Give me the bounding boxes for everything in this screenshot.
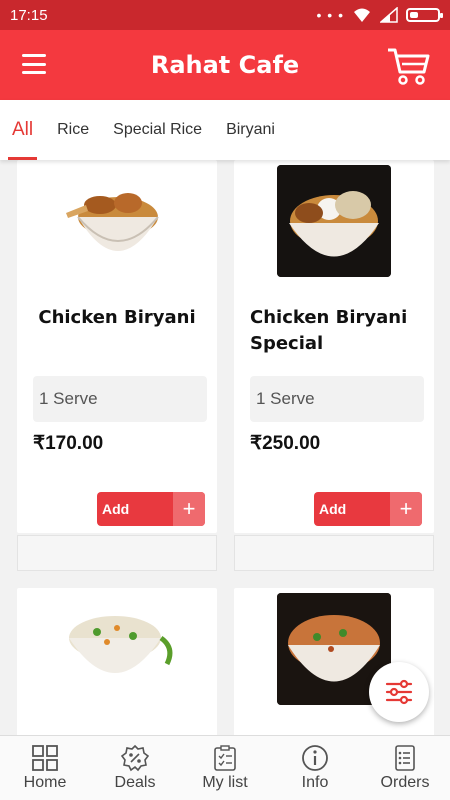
- app-title: Rahat Cafe: [150, 51, 300, 79]
- product-card[interactable]: Chicken Biryani Special 1 Serve ₹250.00 …: [234, 160, 434, 533]
- nav-label: My list: [202, 774, 248, 791]
- product-name: Chicken Biryani: [38, 307, 196, 328]
- tab-all[interactable]: All: [0, 100, 45, 160]
- nav-label: Info: [301, 774, 329, 791]
- product-image: [57, 598, 177, 710]
- product-card[interactable]: Chicken Biryani 1 Serve ₹170.00 Add +: [17, 160, 217, 533]
- app-bar: Rahat Cafe: [0, 30, 450, 100]
- nav-label: Orders: [380, 774, 430, 791]
- nav-orders[interactable]: Orders: [360, 736, 450, 800]
- add-label: Add: [102, 501, 130, 517]
- card-footer: [17, 535, 217, 571]
- checklist-icon: [214, 745, 236, 771]
- notification-dots: • • •: [316, 7, 344, 23]
- product-grid: Chicken Biryani 1 Serve ₹170.00 Add + Ch…: [0, 160, 450, 735]
- nav-my-list[interactable]: My list: [180, 736, 270, 800]
- serve-selector[interactable]: 1 Serve: [250, 376, 424, 422]
- nav-info[interactable]: Info: [270, 736, 360, 800]
- plus-icon: +: [390, 492, 422, 526]
- sliders-icon: [385, 679, 413, 705]
- info-icon: [302, 745, 328, 771]
- status-time: 17:15: [10, 6, 48, 24]
- status-bar: 17:15 • • •: [0, 0, 450, 30]
- category-tabs: All Rice Special Rice Biryani: [0, 100, 450, 160]
- status-icons: • • •: [316, 7, 443, 23]
- menu-icon[interactable]: [22, 54, 46, 74]
- product-name: Chicken Biryani Special: [250, 307, 408, 354]
- filter-button[interactable]: [369, 662, 429, 722]
- add-button[interactable]: Add +: [314, 492, 422, 526]
- nav-label: Home: [23, 774, 67, 791]
- discount-icon: [121, 744, 149, 772]
- grid-icon: [32, 745, 58, 771]
- product-image: [60, 165, 174, 277]
- battery-icon: [406, 8, 443, 22]
- product-image: [277, 165, 391, 277]
- nav-home[interactable]: Home: [0, 736, 90, 800]
- orders-icon: [395, 745, 415, 771]
- serve-selector[interactable]: 1 Serve: [33, 376, 207, 422]
- card-footer: [234, 535, 434, 571]
- cart-icon[interactable]: [386, 46, 430, 86]
- add-label: Add: [319, 501, 347, 517]
- tab-rice[interactable]: Rice: [45, 100, 101, 160]
- product-card[interactable]: [17, 588, 217, 735]
- signal-icon: [380, 7, 398, 23]
- tab-biryani[interactable]: Biryani: [214, 100, 287, 160]
- product-price: ₹170.00: [33, 433, 104, 454]
- tab-special-rice[interactable]: Special Rice: [101, 100, 214, 160]
- product-price: ₹250.00: [250, 433, 321, 454]
- wifi-icon: [354, 8, 370, 22]
- plus-icon: +: [173, 492, 205, 526]
- bottom-nav: Home Deals My list Info Orders: [0, 735, 450, 800]
- nav-deals[interactable]: Deals: [90, 736, 180, 800]
- nav-label: Deals: [114, 774, 156, 791]
- add-button[interactable]: Add +: [97, 492, 205, 526]
